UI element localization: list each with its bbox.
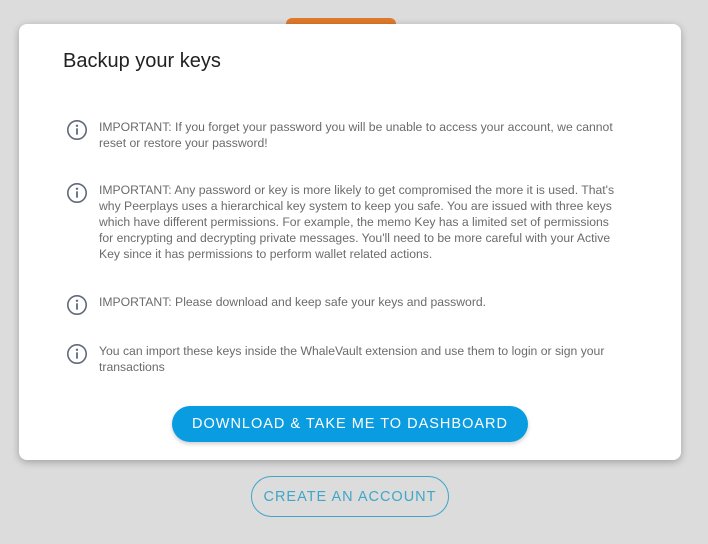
notice-forget-password: IMPORTANT: If you forget your password y… [66,119,626,151]
notice-whalevault: You can import these keys inside the Wha… [66,343,626,375]
info-circle-icon [66,119,88,141]
info-circle-icon [66,343,88,365]
info-circle-icon [66,294,88,316]
notice-text: You can import these keys inside the Wha… [99,344,605,374]
modal-title: Backup your keys [63,50,221,72]
notice-download-keys: IMPORTANT: Please download and keep safe… [66,294,626,316]
create-account-button[interactable]: CREATE AN ACCOUNT [251,476,449,517]
notice-key-security: IMPORTANT: Any password or key is more l… [66,182,626,262]
download-dashboard-button[interactable]: DOWNLOAD & TAKE ME TO DASHBOARD [172,406,528,442]
info-circle-icon [66,182,88,204]
notice-text: IMPORTANT: Any password or key is more l… [99,183,615,261]
notice-text: IMPORTANT: If you forget your password y… [99,120,613,150]
notice-text: IMPORTANT: Please download and keep safe… [99,295,487,309]
backup-keys-modal: Backup your keys IMPORTANT: If you forge… [19,24,681,460]
